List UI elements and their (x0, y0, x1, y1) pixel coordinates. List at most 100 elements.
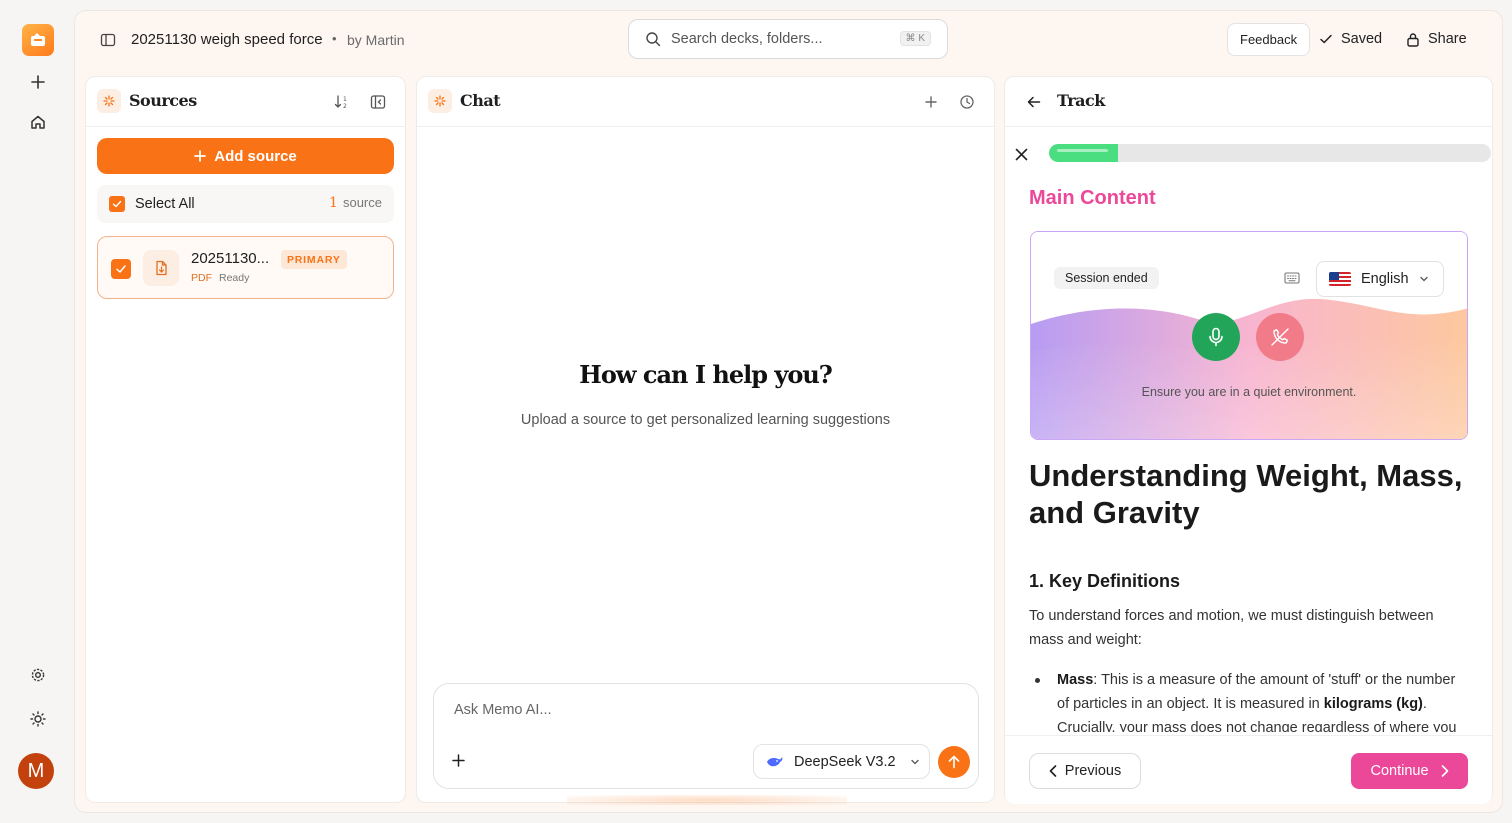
sidebar-toggle-icon[interactable] (97, 29, 119, 51)
select-all-row[interactable]: Select All 1 source (97, 185, 394, 223)
end-call-button[interactable] (1256, 313, 1304, 361)
chat-composer[interactable]: Ask Memo AI... DeepSeek V3.2 (433, 683, 979, 789)
lesson-paragraph: To understand forces and motion, we must… (1029, 608, 1434, 648)
top-bar: 20251130 weigh speed force • by Martin S… (75, 11, 1502, 69)
settings-gear-icon[interactable] (24, 661, 52, 689)
select-all-checkbox[interactable] (109, 196, 125, 212)
user-avatar[interactable]: M (18, 753, 54, 789)
track-footer: Previous Continue (1005, 735, 1492, 804)
language-name: English (1361, 271, 1409, 287)
search-icon (646, 32, 661, 47)
source-checkbox[interactable] (111, 259, 131, 279)
microphone-icon (1209, 327, 1223, 347)
history-clock-icon[interactable] (957, 92, 977, 112)
us-flag-icon (1329, 272, 1351, 286)
progress-shine (1057, 149, 1108, 152)
chevron-left-icon (1049, 765, 1057, 777)
svg-text:2: 2 (343, 103, 347, 110)
document-author: by Martin (347, 32, 405, 48)
check-icon (1320, 34, 1332, 44)
saved-status[interactable]: Saved (1319, 31, 1382, 47)
sources-title: Sources (129, 91, 197, 110)
continue-label: Continue (1370, 763, 1429, 779)
chevron-down-icon (910, 759, 919, 764)
close-icon[interactable] (1011, 144, 1031, 164)
chevron-down-icon (1419, 276, 1428, 282)
select-all-label: Select All (135, 196, 195, 212)
environment-hint: Ensure you are in a quiet environment. (1141, 385, 1357, 399)
previous-button[interactable]: Previous (1029, 753, 1141, 789)
source-name: 20251130... (191, 250, 270, 267)
whale-icon (767, 756, 783, 766)
lock-icon (1407, 32, 1419, 47)
share-button[interactable]: Share (1406, 31, 1467, 47)
add-source-button[interactable]: Add source (97, 138, 394, 174)
model-name: DeepSeek V3.2 (794, 753, 896, 770)
primary-badge: PRIMARY (281, 250, 347, 269)
workspace-frame: 20251130 weigh speed force • by Martin S… (74, 10, 1503, 813)
composer-glow (567, 795, 847, 805)
phone-off-icon (1271, 328, 1289, 346)
app-logo[interactable] (22, 24, 54, 56)
search-input[interactable]: Search decks, folders... ⌘ K (628, 19, 948, 59)
lesson-subheading: 1. Key Definitions (1029, 571, 1181, 591)
share-label: Share (1428, 31, 1467, 47)
lesson-bullet-list: Mass: This is a measure of the amount of… (1029, 668, 1469, 732)
sparkle-icon (97, 89, 121, 113)
home-icon[interactable] (24, 108, 52, 136)
saved-label: Saved (1341, 31, 1383, 47)
track-title: Track (1057, 91, 1105, 110)
voice-session-card: Session ended English Ensure you are in … (1030, 231, 1468, 440)
keyboard-icon[interactable] (1283, 271, 1301, 285)
document-title[interactable]: 20251130 weigh speed force (131, 31, 323, 48)
chat-title: Chat (460, 91, 501, 110)
svg-text:1: 1 (343, 96, 347, 103)
search-placeholder: Search decks, folders... (671, 31, 823, 47)
source-type: PDF (191, 272, 212, 284)
bullet-marker (1035, 678, 1040, 683)
track-header: Track (1005, 77, 1492, 127)
sort-icon[interactable]: 12 (332, 92, 352, 112)
microphone-button[interactable] (1192, 313, 1240, 361)
source-card[interactable]: 20251130... PRIMARY PDF Ready (97, 236, 394, 299)
title-separator: • (332, 31, 337, 46)
chat-header: Chat (417, 77, 994, 127)
search-shortcut: ⌘ K (899, 31, 931, 46)
collapse-panel-icon[interactable] (368, 92, 388, 112)
sparkle-icon (428, 89, 452, 113)
chat-greeting: How can I help you? (579, 360, 833, 389)
sources-header: Sources 12 (86, 77, 405, 127)
arrow-up-icon (948, 755, 960, 769)
attach-plus-icon[interactable] (450, 752, 466, 768)
plus-icon (194, 150, 207, 162)
bullet-unit: kilograms (kg) (1323, 696, 1423, 712)
new-chat-plus-icon[interactable] (921, 92, 941, 112)
source-count-unit: source (342, 195, 382, 210)
track-panel: Track Main Content Session ended English… (1004, 76, 1493, 804)
sources-panel: Sources 12 Add source Select All 1 source (85, 76, 406, 803)
theme-sun-icon[interactable] (24, 705, 52, 733)
session-status: Session ended (1054, 267, 1159, 289)
previous-label: Previous (1064, 763, 1122, 779)
source-count: 1 source (329, 195, 382, 211)
progress-bar (1049, 144, 1491, 162)
source-count-number: 1 (329, 195, 338, 211)
section-label: Main Content (1029, 187, 1156, 209)
chat-input-placeholder[interactable]: Ask Memo AI... (454, 702, 552, 718)
progress-fill (1049, 144, 1118, 162)
chat-subtitle: Upload a source to get personalized lear… (520, 412, 891, 428)
model-selector[interactable]: DeepSeek V3.2 (753, 744, 930, 779)
add-source-label: Add source (214, 147, 297, 165)
back-arrow-icon[interactable] (1023, 91, 1045, 113)
lesson-heading: Understanding Weight, Mass, and Gravity (1029, 458, 1463, 530)
feedback-button[interactable]: Feedback (1227, 23, 1311, 56)
language-selector[interactable]: English (1316, 261, 1444, 297)
send-button[interactable] (938, 746, 970, 778)
list-item: Mass: This is a measure of the amount of… (1057, 668, 1469, 732)
chat-panel: Chat How can I help you? Upload a source… (416, 76, 995, 805)
continue-button[interactable]: Continue (1351, 753, 1468, 789)
pdf-file-icon (143, 250, 179, 286)
left-rail: M (0, 0, 75, 823)
new-item-plus-icon[interactable] (24, 68, 52, 96)
chevron-right-icon (1441, 765, 1448, 777)
